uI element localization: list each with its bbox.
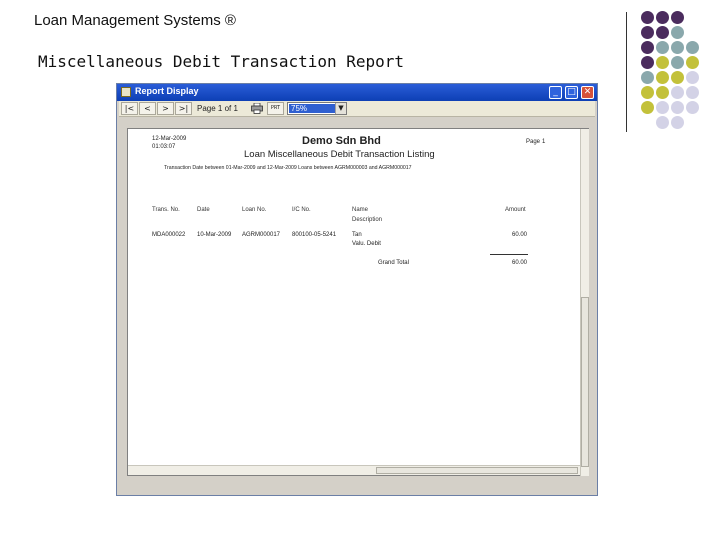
slide-subtitle: Miscellaneous Debit Transaction Report bbox=[38, 52, 405, 71]
decorative-dot bbox=[671, 116, 684, 129]
page-label: Page bbox=[526, 139, 541, 145]
decorative-dot bbox=[671, 71, 684, 84]
decorative-dot bbox=[686, 71, 699, 84]
decorative-dot bbox=[671, 86, 684, 99]
decorative-dot bbox=[656, 26, 669, 39]
decorative-dot bbox=[656, 11, 669, 24]
last-page-button[interactable]: >| bbox=[175, 102, 192, 115]
page-indicator: Page 1 of 1 bbox=[197, 104, 238, 113]
vertical-scrollbar-thumb[interactable] bbox=[581, 297, 589, 467]
grand-total-value: 60.00 bbox=[512, 260, 528, 266]
decorative-dot bbox=[671, 101, 684, 114]
print-button[interactable]: PRT bbox=[267, 102, 284, 115]
company-name: Demo Sdn Bhd bbox=[302, 135, 381, 147]
decorative-dot bbox=[686, 101, 699, 114]
total-rule bbox=[490, 254, 528, 255]
slide-title: Loan Management Systems ® bbox=[34, 12, 236, 29]
decorative-dot bbox=[671, 56, 684, 69]
row-loan-no: AGRM000017 bbox=[242, 232, 281, 238]
row-name: Tan bbox=[352, 232, 362, 238]
vertical-scrollbar[interactable] bbox=[580, 129, 589, 476]
close-button[interactable]: ✕ bbox=[581, 86, 594, 99]
decorative-dot bbox=[686, 86, 699, 99]
decorative-dot bbox=[656, 101, 669, 114]
grand-total-label: Grand Total bbox=[378, 260, 409, 266]
maximize-button[interactable]: □ bbox=[565, 86, 578, 99]
decorative-dot bbox=[641, 26, 654, 39]
minimize-button[interactable]: _ bbox=[549, 86, 562, 99]
decorative-dot bbox=[671, 41, 684, 54]
column-header-description: Description bbox=[352, 217, 383, 223]
decorative-dot bbox=[656, 56, 669, 69]
decorative-dot bbox=[656, 41, 669, 54]
decorative-dot bbox=[656, 71, 669, 84]
report-viewer[interactable]: 12-Mar-2009 01:03:07 Demo Sdn Bhd Page 1… bbox=[127, 128, 589, 476]
decorative-dot bbox=[641, 71, 654, 84]
printer-icon[interactable] bbox=[251, 103, 263, 114]
first-page-button[interactable]: |< bbox=[121, 102, 138, 115]
next-page-button[interactable]: > bbox=[157, 102, 174, 115]
row-amount: 60.00 bbox=[512, 232, 528, 238]
print-date: 12-Mar-2009 bbox=[152, 136, 187, 142]
window-titlebar[interactable]: Report Display _ □ ✕ bbox=[117, 84, 597, 101]
row-date: 10-Mar-2009 bbox=[197, 232, 232, 238]
report-toolbar: |< < > >| Page 1 of 1 PRT 75% ▼ bbox=[119, 101, 595, 117]
chevron-down-icon[interactable]: ▼ bbox=[335, 103, 346, 114]
decorative-dot bbox=[686, 56, 699, 69]
decorative-dot bbox=[641, 86, 654, 99]
decorative-dot bbox=[686, 41, 699, 54]
decorative-dot bbox=[641, 41, 654, 54]
window-title: Report Display bbox=[135, 86, 199, 96]
column-header-amount: Amount bbox=[505, 207, 526, 213]
page-number: 1 bbox=[542, 139, 546, 145]
decorative-dot bbox=[656, 116, 669, 129]
row-ic-no: 800100-05-5241 bbox=[292, 232, 337, 238]
decorative-divider bbox=[626, 12, 627, 132]
report-display-window: Report Display _ □ ✕ |< < > >| Page 1 of… bbox=[116, 83, 598, 496]
zoom-select[interactable]: 75% ▼ bbox=[287, 102, 347, 115]
column-header-name: Name bbox=[352, 207, 369, 213]
previous-page-button[interactable]: < bbox=[139, 102, 156, 115]
horizontal-scrollbar[interactable] bbox=[128, 465, 580, 475]
print-time: 01:03:07 bbox=[152, 144, 176, 150]
report-filter: Transaction Date between 01-Mar-2009 and… bbox=[164, 165, 412, 171]
horizontal-scrollbar-thumb[interactable] bbox=[376, 467, 578, 474]
column-header-loan-no: Loan No. bbox=[242, 207, 267, 213]
zoom-value: 75% bbox=[289, 104, 335, 113]
decorative-dot bbox=[641, 56, 654, 69]
decorative-dot bbox=[671, 26, 684, 39]
decorative-dot bbox=[671, 11, 684, 24]
row-description: Valu. Debit bbox=[352, 241, 381, 247]
row-trans-no: MDA000022 bbox=[152, 232, 186, 238]
decorative-dot bbox=[641, 101, 654, 114]
column-header-date: Date bbox=[197, 207, 210, 213]
column-header-trans-no: Trans. No. bbox=[152, 207, 180, 213]
report-app-icon bbox=[121, 87, 131, 97]
decorative-dot bbox=[641, 11, 654, 24]
decorative-dot bbox=[656, 86, 669, 99]
column-header-ic-no: I/C No. bbox=[292, 207, 311, 213]
report-title: Loan Miscellaneous Debit Transaction Lis… bbox=[244, 149, 435, 160]
